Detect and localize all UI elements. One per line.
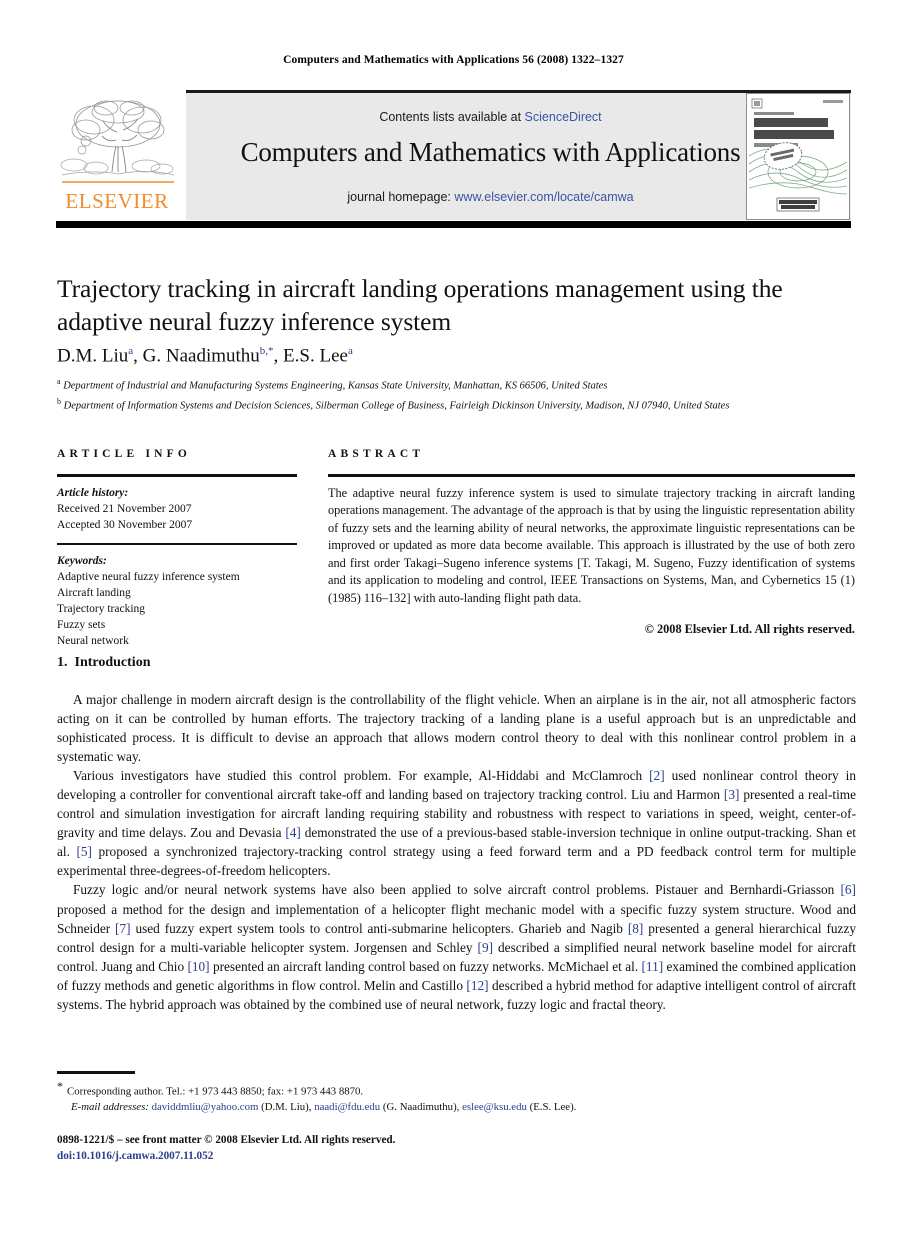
citation-ref[interactable]: [7] [115, 921, 131, 936]
email-owner-1: (D.M. Liu) [261, 1101, 309, 1114]
author-3: E.S. Lee [283, 345, 348, 367]
citation-ref[interactable]: [8] [628, 921, 644, 936]
citation-ref[interactable]: [4] [285, 825, 301, 840]
article-info-heading: ARTICLE INFO [57, 448, 192, 460]
email-link-2[interactable]: naadi@fdu.edu [314, 1101, 380, 1113]
footnote-star-marker: * [57, 1079, 63, 1093]
email-owner-3: (E.S. Lee). [529, 1101, 577, 1114]
body-text: A major challenge in modern aircraft des… [57, 690, 856, 1014]
sciencedirect-link[interactable]: ScienceDirect [525, 110, 602, 124]
author-list: D.M. Liua, G. Naadimuthub,*, E.S. Leea [57, 345, 857, 367]
email-addresses-label: E-mail addresses: [71, 1101, 149, 1114]
article-info-rule-2 [57, 542, 297, 545]
header-divider-rule [56, 221, 851, 228]
keyword-item: Neural network [57, 635, 129, 647]
contents-available-line: Contents lists available at ScienceDirec… [186, 110, 795, 124]
homepage-prefix: journal homepage: [347, 190, 455, 204]
p3-seg-f: presented an aircraft landing control ba… [209, 958, 642, 974]
section-title: Introduction [74, 655, 151, 670]
keywords-block: Keywords: Adaptive neural fuzzy inferenc… [57, 553, 297, 649]
p2-seg-a: Various investigators have studied this … [73, 768, 650, 784]
corresponding-author-note: * Corresponding author. Tel.: +1 973 443 … [57, 1079, 856, 1100]
cover-artwork-icon [747, 94, 849, 219]
journal-homepage-link[interactable]: www.elsevier.com/locate/camwa [454, 190, 633, 204]
email-link-1[interactable]: daviddmliu@yahoo.com [152, 1101, 259, 1113]
front-matter-line: 0898-1221/$ – see front matter © 2008 El… [57, 1134, 396, 1146]
article-info-column: ARTICLE INFO Article history: Received 2… [57, 448, 297, 649]
abstract-copyright: © 2008 Elsevier Ltd. All rights reserved… [644, 621, 855, 636]
imprint-block: 0898-1221/$ – see front matter © 2008 El… [57, 1132, 856, 1164]
elsevier-tree-icon [60, 100, 175, 183]
footnote-divider-rule [57, 1071, 135, 1074]
citation-ref[interactable]: [6] [840, 882, 856, 897]
abstract-column: ABSTRACT The adaptive neural fuzzy infer… [328, 448, 855, 637]
p3-seg-c: used fuzzy expert system tools to contro… [130, 920, 628, 936]
affiliation-a-text: Department of Industrial and Manufacturi… [63, 380, 608, 392]
citation-ref[interactable]: [2] [649, 768, 665, 783]
keyword-item: Fuzzy sets [57, 619, 106, 631]
p2-seg-e: proposed a synchronized trajectory-track… [57, 844, 856, 879]
elsevier-logo: ELSEVIER [56, 96, 178, 218]
affiliation-b: b Department of Information Systems and … [57, 394, 857, 414]
keyword-item: Trajectory tracking [57, 603, 146, 615]
abstract-rule [328, 474, 855, 477]
paragraph-3: Fuzzy logic and/or neural network system… [57, 880, 856, 1013]
author-2-affil-marker: b, [259, 345, 269, 357]
citation-ref[interactable]: [3] [724, 787, 740, 802]
author-sep-2: , [273, 345, 284, 367]
footnote-block: * Corresponding author. Tel.: +1 973 443 … [57, 1079, 856, 1116]
masthead-text-block: Contents lists available at ScienceDirec… [186, 93, 795, 220]
email-link-3[interactable]: eslee@ksu.edu [462, 1101, 527, 1113]
paper-page: Computers and Mathematics with Applicati… [0, 0, 907, 1238]
citation-ref[interactable]: [12] [466, 978, 488, 993]
article-info-rule-1 [57, 474, 297, 477]
author-1: D.M. Liu [57, 345, 129, 367]
elsevier-wordmark: ELSEVIER [65, 189, 169, 213]
p3-seg-a: Fuzzy logic and/or neural network system… [73, 882, 841, 898]
keyword-item: Adaptive neural fuzzy inference system [57, 571, 240, 583]
paragraph-2: Various investigators have studied this … [57, 766, 856, 880]
section-number: 1. [57, 655, 68, 670]
paragraph-1: A major challenge in modern aircraft des… [57, 692, 856, 765]
author-2: G. Naadimuthu [142, 345, 260, 367]
journal-title: Computers and Mathematics with Applicati… [240, 137, 741, 167]
email-owner-2: (G. Naadimuthu) [382, 1101, 457, 1114]
abstract-text: The adaptive neural fuzzy inference syst… [328, 485, 855, 606]
running-head: Computers and Mathematics with Applicati… [283, 54, 624, 66]
article-history-label: Article history: [57, 486, 129, 499]
contents-prefix: Contents lists available at [379, 110, 525, 124]
email-addresses-note: E-mail addresses: daviddmliu@yahoo.com (… [57, 1100, 856, 1116]
article-accepted-line: Accepted 30 November 2007 [57, 518, 193, 531]
affiliation-a-marker: a [57, 377, 61, 386]
keywords-label: Keywords: [57, 555, 107, 567]
citation-ref[interactable]: [10] [187, 959, 209, 974]
corresponding-author-text: Corresponding author. Tel.: +1 973 443 8… [67, 1085, 364, 1098]
keyword-item: Aircraft landing [57, 587, 131, 599]
section-heading-introduction: 1. Introduction [57, 655, 150, 671]
citation-ref[interactable]: [5] [76, 844, 92, 859]
article-history-block: Article history: Received 21 November 20… [57, 485, 297, 533]
article-received-line: Received 21 November 2007 [57, 502, 192, 515]
author-sep-1: , [133, 345, 143, 367]
abstract-heading: ABSTRACT [328, 448, 425, 460]
journal-masthead: ELSEVIER Contents lists available at Sci… [56, 90, 851, 220]
affiliation-list: a Department of Industrial and Manufactu… [57, 374, 857, 414]
affiliation-a: a Department of Industrial and Manufactu… [57, 374, 857, 394]
citation-ref[interactable]: [11] [642, 959, 664, 974]
doi-link[interactable]: doi:10.1016/j.camwa.2007.11.052 [57, 1148, 856, 1164]
citation-ref[interactable]: [9] [478, 940, 494, 955]
affiliation-b-marker: b [57, 397, 61, 406]
author-3-affil-marker: a [347, 345, 353, 357]
journal-homepage-line: journal homepage: www.elsevier.com/locat… [186, 190, 795, 204]
affiliation-b-text: Department of Information Systems and De… [63, 400, 730, 412]
journal-cover-thumbnail [746, 93, 850, 220]
page-title: Trajectory tracking in aircraft landing … [57, 274, 783, 336]
